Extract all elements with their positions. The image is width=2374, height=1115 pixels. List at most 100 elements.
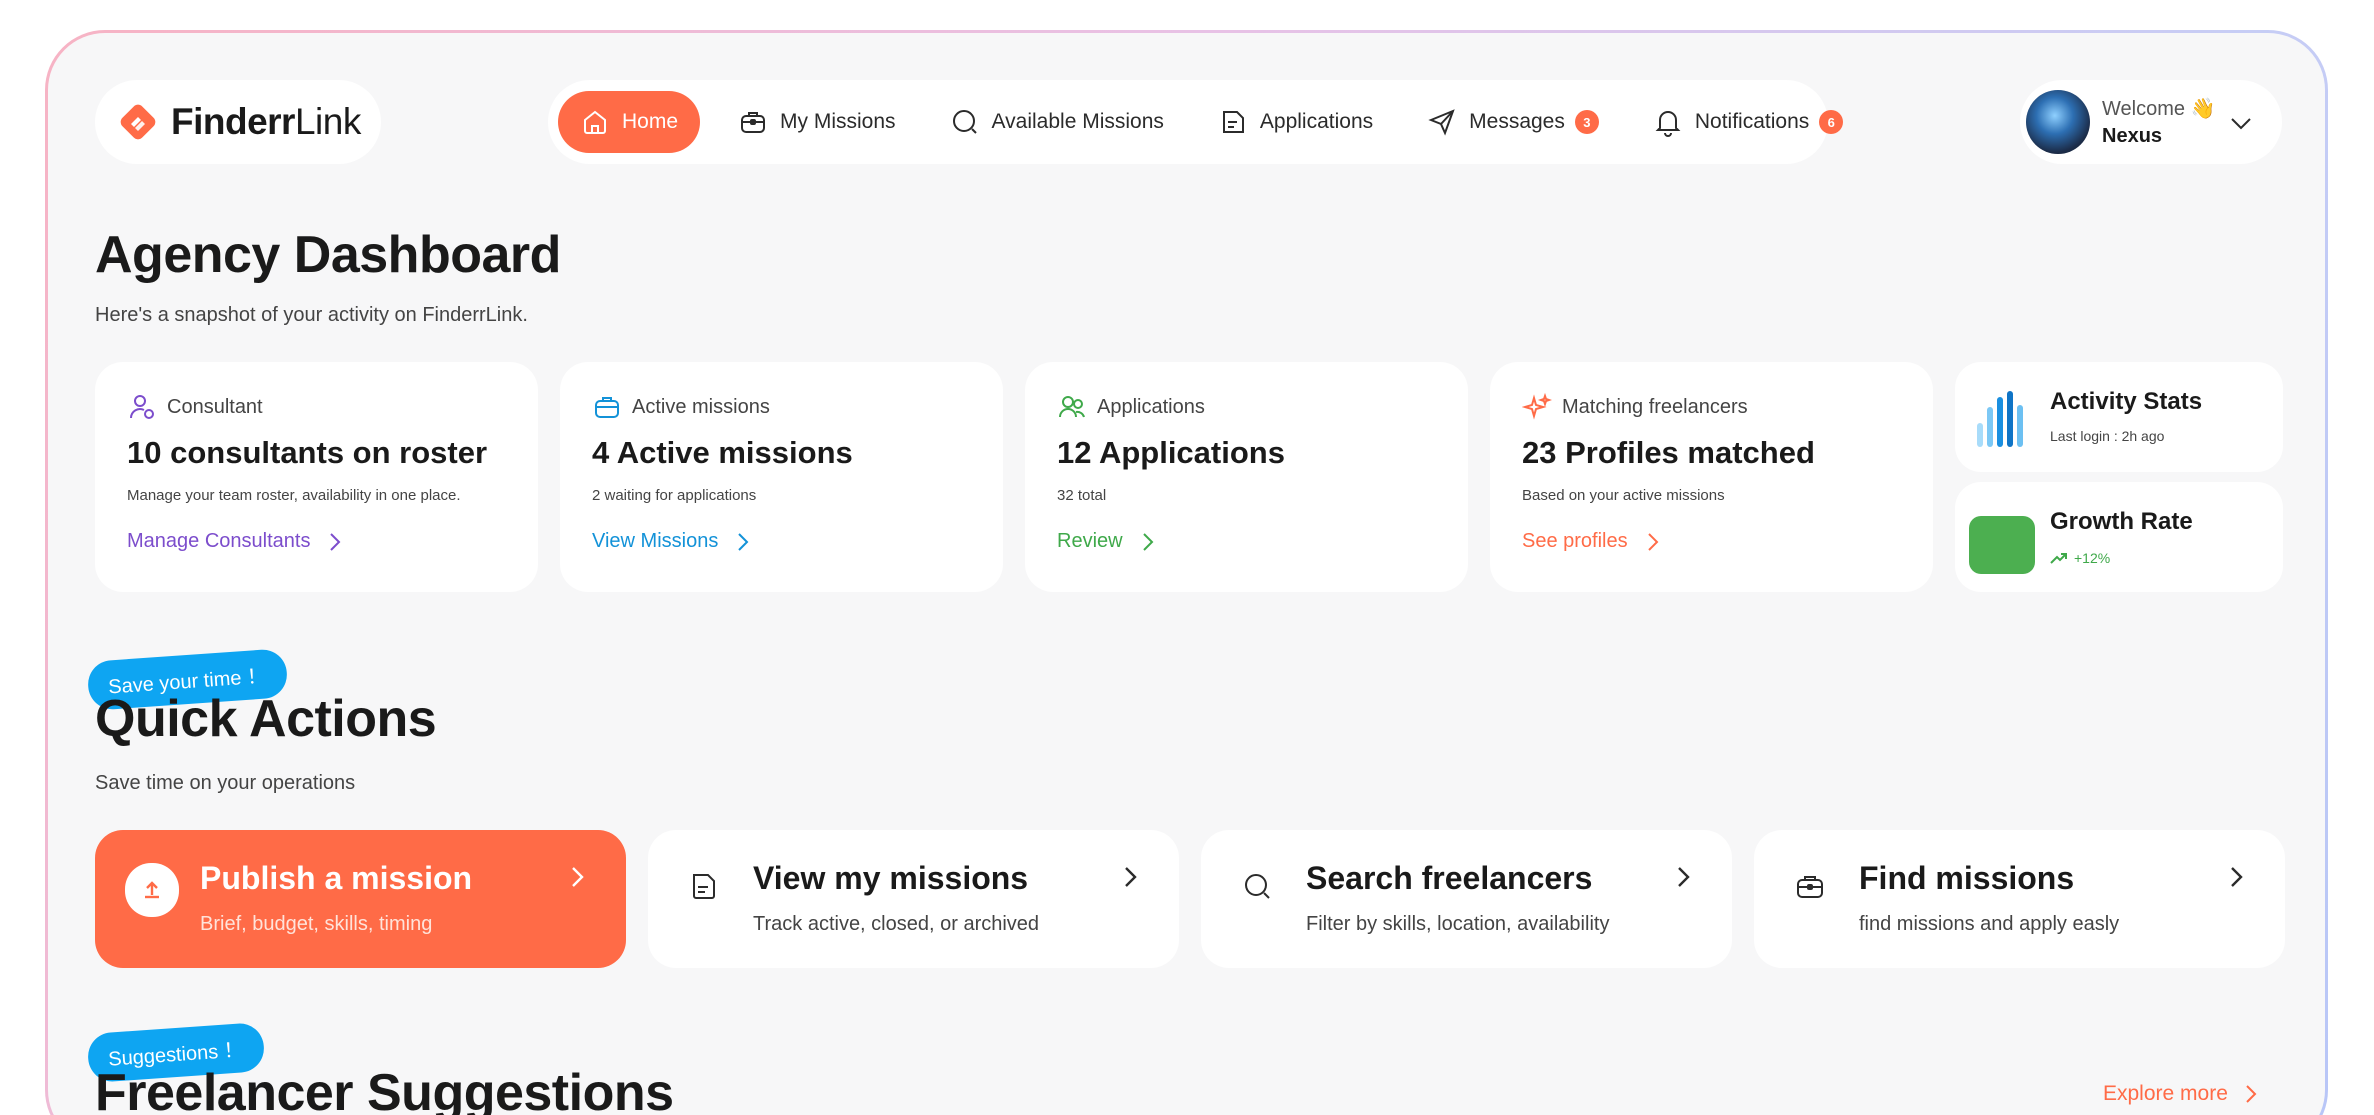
stat-value: 10 consultants on roster <box>127 435 488 470</box>
review-link[interactable]: Review <box>1057 530 1159 553</box>
growth-indicator <box>1969 516 2035 574</box>
growth-rate-value: +12% <box>2050 550 2110 566</box>
user-menu[interactable]: Welcome 👋 Nexus <box>2020 80 2282 164</box>
qa-subtitle: Filter by skills, location, availability <box>1306 913 1610 935</box>
user-name: Nexus <box>2102 125 2163 147</box>
stat-value: 12 Applications <box>1057 435 1285 470</box>
page-title: Agency Dashboard <box>95 226 561 284</box>
nav-notifications[interactable]: Notifications 6 <box>1633 91 1863 153</box>
search-icon-wrap <box>1231 860 1283 912</box>
stat-card-active-missions: Active missions 4 Active missions 2 wait… <box>560 362 1003 592</box>
briefcase-icon <box>595 397 619 418</box>
stat-label: Consultant <box>127 392 263 422</box>
nav-available-missions[interactable]: Available Missions <box>930 91 1184 153</box>
stat-label: Active missions <box>592 392 770 422</box>
stat-label-text: Active missions <box>632 395 770 418</box>
nav-home-label: Home <box>622 110 679 133</box>
stat-card-applications: Applications 12 Applications 32 total Re… <box>1025 362 1468 592</box>
search-freelancers-button[interactable]: Search freelancers Filter by skills, loc… <box>1201 830 1732 968</box>
brand-name: FinderrLink <box>171 101 361 142</box>
activity-stats-title: Activity Stats <box>2050 388 2203 415</box>
nav-applications-label: Applications <box>1259 110 1374 133</box>
view-missions-link[interactable]: View Missions <box>592 530 754 553</box>
find-missions-button[interactable]: Find missions find missions and apply ea… <box>1754 830 2285 968</box>
stat-note: Manage your team roster, availability in… <box>127 487 461 504</box>
stat-label: Matching freelancers <box>1522 392 1748 422</box>
document-icon <box>693 874 715 899</box>
briefcase-icon <box>741 112 766 133</box>
bell-icon <box>1655 111 1681 137</box>
stat-note: Based on your active missions <box>1522 487 1725 504</box>
logo-icon <box>120 104 156 140</box>
chevron-right-icon <box>572 867 584 887</box>
nav-available-missions-label: Available Missions <box>991 110 1164 133</box>
welcome-text: Welcome 👋 <box>2102 98 2216 120</box>
nav-notifications-label: Notifications <box>1694 110 1810 133</box>
nav-my-missions[interactable]: My Missions <box>718 91 916 153</box>
link-label: View Missions <box>592 530 719 552</box>
stat-card-consultants: Consultant 10 consultants on roster Mana… <box>95 362 538 592</box>
qa-title: Search freelancers <box>1306 860 1593 896</box>
search-icon <box>1245 874 1270 899</box>
chevron-right-icon <box>2231 867 2243 887</box>
growth-rate-text: +12% <box>2074 550 2111 566</box>
quick-actions-subtitle: Save time on your operations <box>95 772 356 794</box>
stat-note: 32 total <box>1057 487 1107 504</box>
app-frame: FinderrLink Home My Missions Available M… <box>45 30 2328 1115</box>
nav-home[interactable]: Home <box>558 91 701 153</box>
chevron-right-icon <box>738 532 749 551</box>
stat-card-matching-freelancers: Matching freelancers 23 Profiles matched… <box>1490 362 1933 592</box>
stat-note: 2 waiting for applications <box>592 487 757 504</box>
trending-up-icon <box>2050 553 2067 564</box>
chevron-right-icon <box>1647 532 1659 551</box>
qa-title: Find missions <box>1859 860 2075 896</box>
stat-label-text: Applications <box>1097 395 1205 418</box>
bar-chart-icon <box>1977 391 2023 447</box>
qa-subtitle: Track active, closed, or archived <box>753 913 1040 935</box>
view-my-missions-button[interactable]: View my missions Track active, closed, o… <box>648 830 1179 968</box>
avatar <box>2026 90 2090 154</box>
messages-count-badge: 3 <box>1574 110 1599 134</box>
home-icon <box>584 110 606 134</box>
upload-icon-wrap <box>125 863 179 917</box>
user-cog-icon <box>130 395 154 419</box>
document-icon-wrap <box>678 860 730 912</box>
publish-mission-button[interactable]: Publish a mission Brief, budget, skills,… <box>95 830 626 968</box>
send-icon <box>1428 109 1455 136</box>
users-icon <box>1059 396 1085 418</box>
upload-icon <box>145 881 159 899</box>
app-canvas: FinderrLink Home My Missions Available M… <box>48 33 2325 1115</box>
page-subtitle: Here's a snapshot of your activity on Fi… <box>95 304 528 326</box>
stat-label-text: Matching freelancers <box>1562 395 1748 418</box>
chevron-down-icon[interactable] <box>2228 110 2254 136</box>
document-icon <box>1222 111 1244 133</box>
link-label: See profiles <box>1522 530 1628 552</box>
brand-logo[interactable]: FinderrLink <box>95 80 381 164</box>
nav-messages[interactable]: Messages 3 <box>1407 91 1619 153</box>
main-nav: Home My Missions Available Missions Appl… <box>548 80 1844 164</box>
activity-stats-card[interactable]: Activity Stats Last login : 2h ago <box>1955 362 2283 472</box>
stat-value: 4 Active missions <box>592 435 853 470</box>
nav-applications[interactable]: Applications <box>1198 91 1393 153</box>
growth-rate-title: Growth Rate <box>2050 508 2193 535</box>
chevron-right-icon <box>1678 867 1690 887</box>
explore-more-link[interactable]: Explore more <box>2103 1082 2262 1106</box>
chevron-right-icon <box>330 532 341 551</box>
growth-rate-card[interactable]: Growth Rate +12% <box>1955 482 2283 592</box>
stat-label-text: Consultant <box>167 395 263 418</box>
search-icon <box>952 110 977 134</box>
welcome-block: Welcome 👋 Nexus <box>2102 96 2215 148</box>
qa-subtitle: find missions and apply easly <box>1859 913 2120 935</box>
see-profiles-link[interactable]: See profiles <box>1522 530 1664 553</box>
nav-my-missions-label: My Missions <box>780 110 896 133</box>
qa-title: Publish a mission <box>200 860 473 896</box>
manage-consultants-link[interactable]: Manage Consultants <box>127 530 346 553</box>
chevron-right-icon <box>2246 1085 2257 1103</box>
qa-subtitle: Brief, budget, skills, timing <box>200 913 433 935</box>
stat-label: Applications <box>1057 392 1205 422</box>
explore-more-label: Explore more <box>2103 1082 2228 1105</box>
link-label: Manage Consultants <box>127 530 311 552</box>
sparkle-icon <box>1522 392 1552 420</box>
freelancer-suggestions-title: Freelancer Suggestions <box>95 1064 674 1115</box>
chevron-right-icon <box>1142 532 1153 551</box>
